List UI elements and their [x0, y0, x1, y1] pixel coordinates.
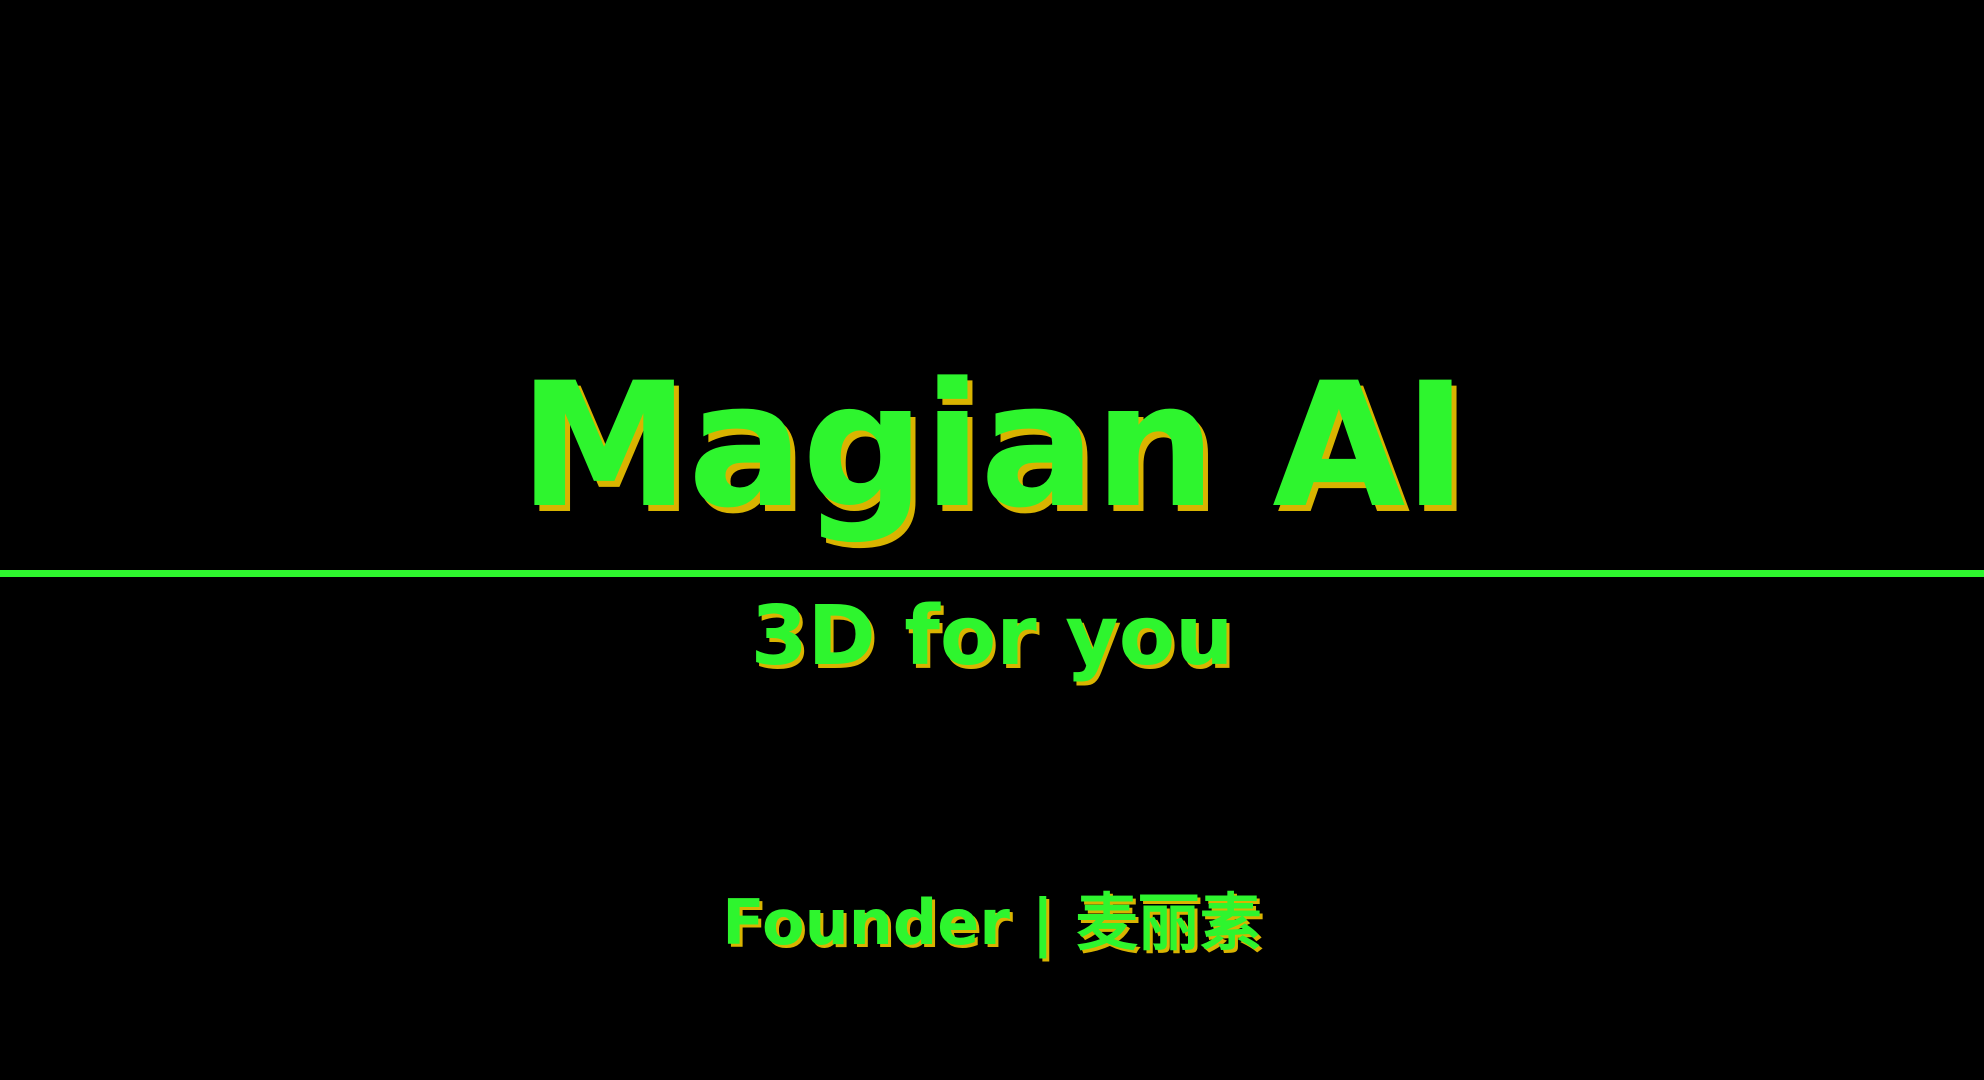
title-slide: Magian AI 3D for you Founder | 麦丽素: [0, 0, 1984, 1080]
divider-line: [0, 570, 1984, 577]
slide-subtitle: 3D for you: [750, 589, 1234, 684]
founder-credit: Founder | 麦丽素: [722, 886, 1262, 959]
slide-title: Magian AI: [518, 345, 1468, 546]
